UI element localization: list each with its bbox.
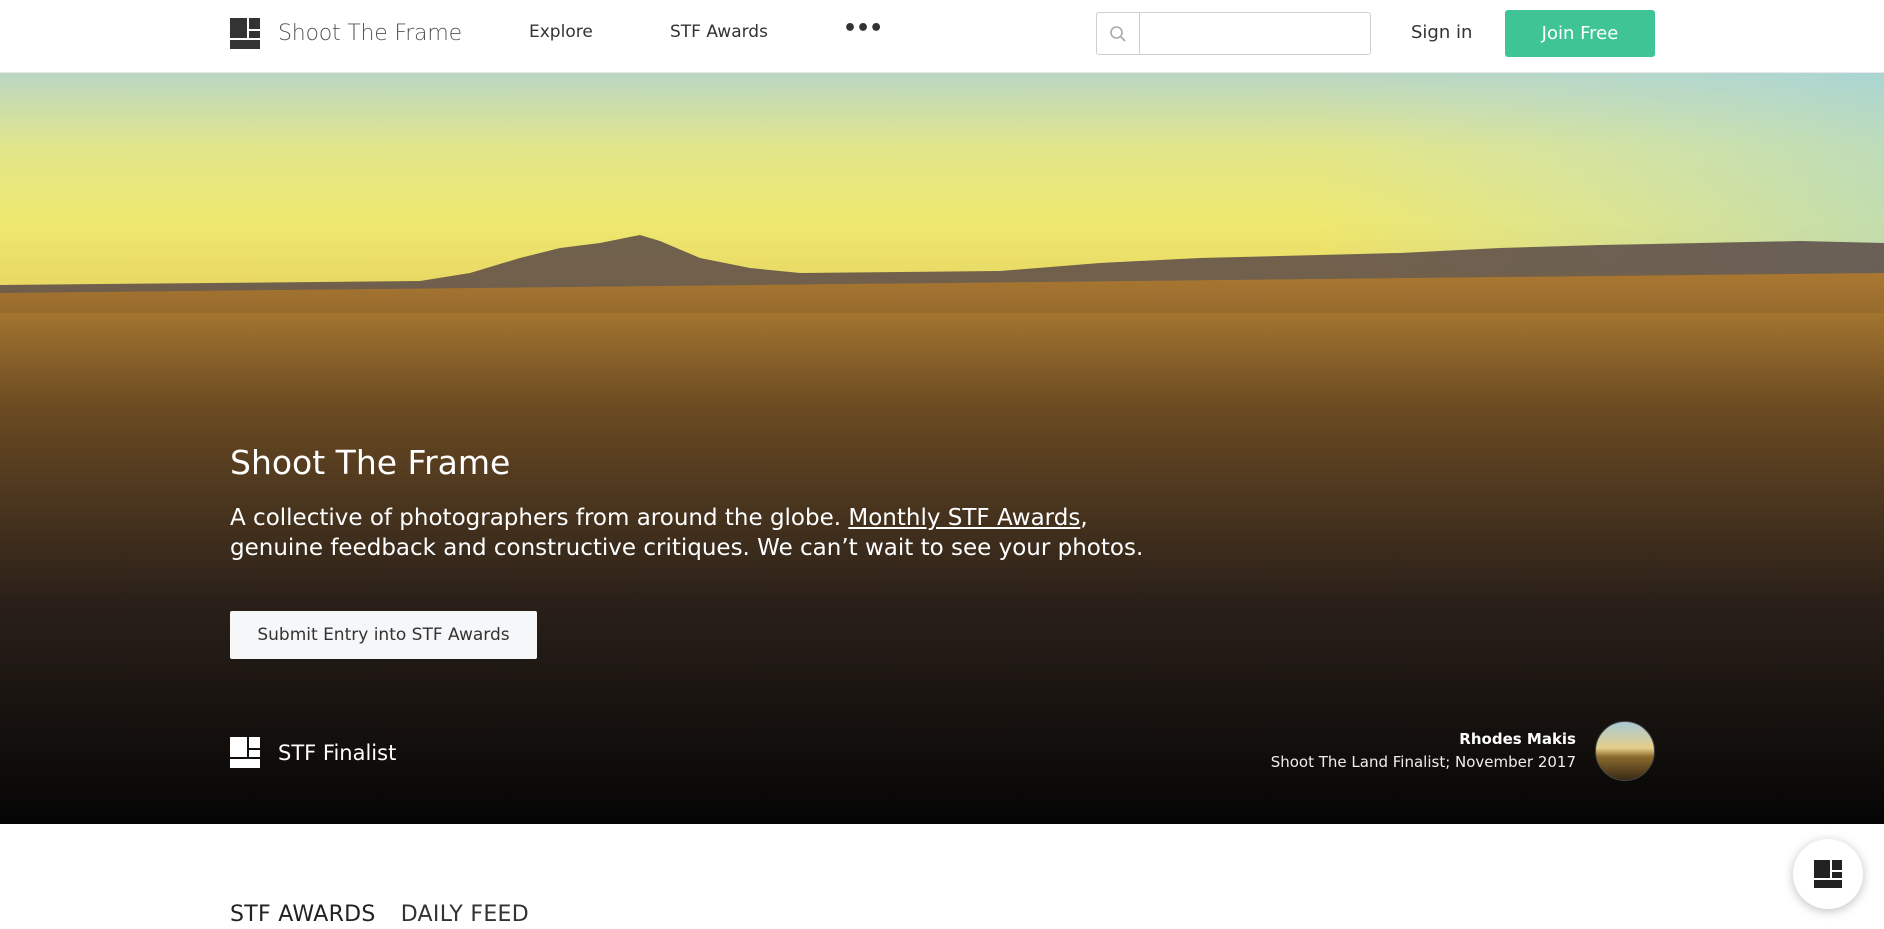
hero-desc-text: A collective of photographers from aroun…	[230, 505, 849, 531]
submit-entry-button[interactable]: Submit Entry into STF Awards	[230, 611, 537, 659]
search-input[interactable]	[1140, 13, 1370, 54]
chat-button[interactable]	[1793, 839, 1863, 909]
credit-subtitle: Shoot The Land Finalist; November 2017	[1270, 753, 1576, 771]
nav-explore[interactable]: Explore	[529, 22, 593, 42]
sign-in-link[interactable]: Sign in	[1411, 22, 1472, 43]
finalist-label: STF Finalist	[278, 740, 397, 765]
avatar[interactable]	[1595, 721, 1655, 781]
top-navigation-bar: Shoot The Frame Explore STF Awards ••• S…	[0, 0, 1884, 73]
join-free-button[interactable]: Join Free	[1505, 10, 1655, 57]
hero-banner: Shoot The Frame A collective of photogra…	[0, 73, 1884, 824]
photo-credit: Rhodes Makis Shoot The Land Finalist; No…	[1271, 730, 1576, 771]
search-icon[interactable]	[1097, 13, 1140, 54]
logo-icon	[230, 18, 260, 49]
search-box	[1096, 12, 1371, 55]
hero-description: A collective of photographers from aroun…	[230, 503, 1170, 563]
chat-logo-icon	[1814, 860, 1842, 888]
tab-stf-awards[interactable]: STF AWARDS	[230, 902, 376, 927]
nav-stf-awards[interactable]: STF Awards	[670, 22, 768, 42]
brand-name: Shoot The Frame	[278, 21, 462, 46]
more-icon[interactable]: •••	[843, 16, 883, 41]
logo-icon	[230, 737, 260, 768]
tab-daily-feed[interactable]: DAILY FEED	[401, 902, 529, 927]
hero-title: Shoot The Frame	[230, 443, 511, 482]
photographer-name[interactable]: Rhodes Makis	[1271, 730, 1576, 748]
brand-link[interactable]: Shoot The Frame	[230, 18, 462, 49]
monthly-stf-awards-link[interactable]: Monthly STF Awards	[848, 505, 1080, 531]
stf-finalist-badge: STF Finalist	[230, 737, 396, 768]
feed-tabs: STF AWARDS DAILY FEED	[230, 902, 554, 927]
